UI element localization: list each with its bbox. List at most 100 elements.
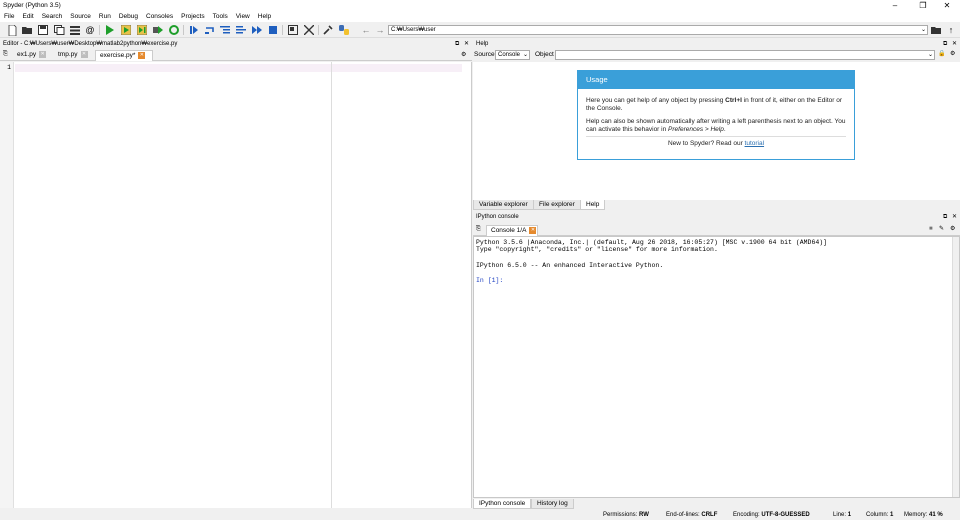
tab-label: exercise.py* [100, 52, 136, 59]
close-tab-icon[interactable]: ✕ [39, 50, 47, 58]
close-pane-icon[interactable]: ✕ [952, 213, 957, 222]
console-scrollbar[interactable] [952, 237, 959, 497]
tab-history-log[interactable]: History log [531, 499, 574, 509]
rerun-icon[interactable] [168, 24, 180, 36]
undock-icon[interactable]: ⧉ [943, 213, 947, 222]
menu-tools[interactable]: Tools [209, 11, 232, 20]
line-number-gutter: 1 [0, 62, 14, 508]
editor-path-title: Editor - C:₩Users₩user₩Desktop₩matlab2py… [3, 41, 178, 47]
help-object-label: Object [535, 51, 554, 58]
close-pane-icon[interactable]: ✕ [464, 40, 469, 49]
close-tab-icon[interactable]: ✕ [80, 50, 88, 58]
console-tab-bar: ⎘ Console 1/A ✕ ■ ✎ ⚙ [473, 224, 960, 236]
back-arrow-icon[interactable]: ← [360, 24, 372, 36]
tab-exercise[interactable]: exercise.py* ✕ [95, 50, 153, 61]
save-icon[interactable] [37, 24, 49, 36]
run-cell-advance-icon[interactable] [136, 24, 148, 36]
at-icon[interactable]: @ [84, 24, 96, 36]
usage-footer: New to Spyder? Read our tutorial [667, 140, 765, 147]
minimize-button[interactable]: – [882, 0, 908, 11]
close-window-button[interactable]: ✕ [934, 0, 960, 11]
menu-source[interactable]: Source [66, 11, 95, 20]
chevron-down-icon[interactable]: ⌄ [921, 26, 926, 35]
help-content: Usage Here you can get help of any objec… [473, 62, 960, 200]
console-line: Type "copyright", "credits" or "license"… [476, 246, 718, 253]
console-prompt: In [1]: [476, 277, 504, 284]
usage-paragraph-2: Help can also be shown automatically aft… [586, 118, 846, 133]
code-editor[interactable]: 1 [0, 62, 472, 508]
menu-run[interactable]: Run [95, 11, 115, 20]
menu-consoles[interactable]: Consoles [142, 11, 177, 20]
close-tab-icon[interactable]: ✕ [529, 226, 537, 234]
save-all-icon[interactable] [53, 24, 65, 36]
menu-view[interactable]: View [232, 11, 254, 20]
tab-label: ex1.py [17, 51, 37, 58]
tab-label: tmp.py [58, 51, 78, 58]
menu-file[interactable]: File [0, 11, 18, 20]
ipython-console[interactable]: Python 3.5.6 |Anaconda, Inc.| (default, … [473, 236, 960, 498]
menu-projects[interactable]: Projects [177, 11, 208, 20]
console-options-icon[interactable]: ⚙ [950, 225, 955, 234]
fullscreen-icon[interactable] [303, 24, 315, 36]
undock-icon[interactable]: ⧉ [455, 40, 459, 49]
tab-ipython-console[interactable]: IPython console [473, 499, 532, 509]
console-pane-header: IPython console ⧉ ✕ [473, 213, 960, 222]
close-tab-icon[interactable]: ✕ [138, 51, 146, 59]
menu-search[interactable]: Search [38, 11, 67, 20]
stop-icon[interactable] [267, 24, 279, 36]
parent-dir-icon[interactable]: ↑ [945, 24, 957, 36]
close-pane-icon[interactable]: ✕ [952, 40, 957, 49]
help-source-value: Console [498, 52, 521, 58]
tab-tmp[interactable]: tmp.py ✕ [54, 50, 94, 61]
run-selection-icon[interactable] [152, 24, 164, 36]
title-bar: Spyder (Python 3.5) – ❐ ✕ [0, 0, 960, 11]
help-source-label: Source [474, 51, 495, 58]
undock-icon[interactable]: ⧉ [943, 40, 947, 49]
tutorial-link[interactable]: tutorial [745, 140, 765, 147]
menu-debug[interactable]: Debug [115, 11, 142, 20]
forward-arrow-icon[interactable]: → [374, 24, 386, 36]
browse-tabs-icon[interactable]: ⎘ [3, 50, 8, 59]
open-file-icon[interactable] [21, 24, 33, 36]
maximize-pane-icon[interactable] [287, 24, 299, 36]
run-icon[interactable] [104, 24, 116, 36]
clear-console-icon[interactable]: ✎ [939, 225, 944, 234]
step-icon[interactable] [204, 24, 216, 36]
help-source-select[interactable]: Console ⌄ [495, 50, 530, 60]
editor-pane-header: Editor - C:₩Users₩user₩Desktop₩matlab2py… [0, 40, 472, 49]
continue-icon[interactable] [251, 24, 263, 36]
line-status: Line: 1 [833, 512, 852, 518]
new-file-icon[interactable] [6, 24, 18, 36]
tab-file-explorer[interactable]: File explorer [533, 200, 581, 210]
working-directory-input[interactable]: C:₩Users₩user ⌄ [388, 25, 928, 35]
file-list-icon[interactable] [69, 24, 81, 36]
help-options-icon[interactable]: ⚙ [950, 50, 955, 59]
editor-options-icon[interactable]: ⚙ [461, 51, 466, 60]
menu-bar: File Edit Search Source Run Debug Consoles Proj… [0, 11, 960, 22]
memory-status: Memory: 41 % [904, 512, 943, 518]
menu-edit[interactable]: Edit [18, 11, 37, 20]
browse-tabs-icon[interactable]: ⎘ [476, 225, 481, 234]
lock-icon[interactable]: 🔒 [938, 50, 945, 59]
tab-help[interactable]: Help [580, 200, 606, 210]
menu-help[interactable]: Help [254, 11, 275, 20]
restore-button[interactable]: ❐ [910, 0, 936, 11]
step-into-icon[interactable] [219, 24, 231, 36]
run-cell-icon[interactable] [120, 24, 132, 36]
preferences-icon[interactable] [322, 24, 334, 36]
help-pane-title: Help [476, 41, 489, 47]
step-return-icon[interactable] [235, 24, 247, 36]
tab-console-1a[interactable]: Console 1/A ✕ [486, 225, 538, 236]
encoding-status: Encoding: UTF-8-GUESSED [733, 512, 810, 518]
help-object-input[interactable]: ⌄ [555, 50, 935, 60]
eol-status: End-of-lines: CRLF [666, 512, 718, 518]
python-path-icon[interactable] [338, 24, 350, 36]
stop-kernel-icon[interactable]: ■ [929, 225, 933, 234]
browse-folder-icon[interactable] [930, 24, 942, 36]
tab-ex1[interactable]: ex1.py ✕ [13, 50, 53, 61]
tab-variable-explorer[interactable]: Variable explorer [473, 200, 534, 210]
usage-title: Usage [578, 71, 854, 89]
debug-icon[interactable] [188, 24, 200, 36]
console-line: IPython 6.5.0 -- An enhanced Interactive… [476, 262, 664, 269]
help-pane-header: Help ⧉ ✕ [473, 40, 960, 49]
